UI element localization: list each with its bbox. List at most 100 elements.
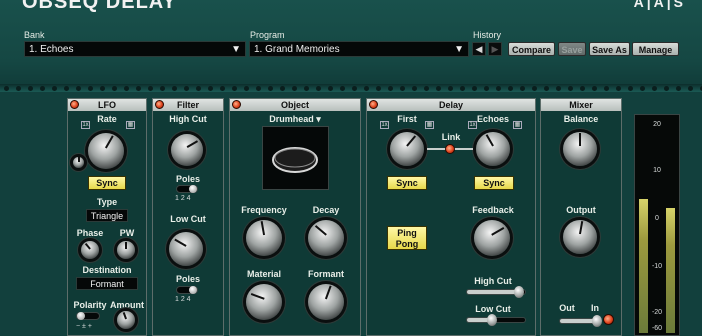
object-title: Object <box>230 99 360 111</box>
rate-mode-icon-2[interactable]: ▦ <box>126 121 135 129</box>
meter-source-button[interactable] <box>603 314 614 325</box>
save-as-button[interactable]: Save As <box>589 42 630 56</box>
poles-switch[interactable] <box>176 185 198 193</box>
rate-knob[interactable] <box>88 133 124 169</box>
rivet <box>532 86 537 91</box>
echoes-mode-icon[interactable]: 1x <box>468 121 477 129</box>
rivet <box>52 86 57 91</box>
first-sync-button[interactable]: Sync <box>387 176 427 190</box>
meter-bar-right <box>666 208 675 333</box>
echoes-sync-button[interactable]: Sync <box>474 176 514 190</box>
rivet <box>280 86 285 91</box>
object-power-button[interactable] <box>232 100 241 109</box>
filter-high-cut-knob[interactable] <box>171 134 203 166</box>
lfo-sync-button[interactable]: Sync <box>88 176 126 190</box>
rivet <box>40 86 45 91</box>
out-in-slider[interactable] <box>559 315 602 327</box>
ping-label: Ping <box>397 228 417 238</box>
rivet <box>136 86 141 91</box>
frequency-label: Frequency <box>241 205 287 215</box>
object-model-select[interactable]: Drumhead ▾ <box>230 114 360 125</box>
delay-power-button[interactable] <box>369 100 378 109</box>
filter-low-cut-knob[interactable] <box>169 232 203 266</box>
first-mode-icon[interactable]: 1x <box>380 121 389 129</box>
balance-knob[interactable] <box>563 132 597 166</box>
rivet <box>484 86 489 91</box>
rivet <box>652 86 657 91</box>
phase-knob[interactable] <box>81 241 99 259</box>
polarity-switch[interactable] <box>76 312 100 320</box>
lfo-extra-knob[interactable] <box>73 157 84 168</box>
history-forward-button[interactable]: ▶ <box>488 42 502 56</box>
low-cut-label: Low Cut <box>170 214 206 224</box>
amount-knob[interactable] <box>117 311 135 329</box>
history-back-button[interactable]: ◀ <box>472 42 486 56</box>
rivet <box>556 86 561 91</box>
app-title: OBSEQ DELAY <box>22 0 177 13</box>
rivet <box>220 86 225 91</box>
poles-label: Poles <box>175 174 200 184</box>
echoes-grid-icon[interactable]: ▦ <box>513 121 522 129</box>
object-display <box>262 126 329 190</box>
meter-tick-label: -10 <box>651 263 663 270</box>
rivet <box>520 86 525 91</box>
meter-tick-label: -20 <box>651 309 663 316</box>
bank-value: 1. Echoes <box>29 44 74 55</box>
program-select[interactable]: 1. Grand Memories ▼ <box>249 41 469 57</box>
feedback-knob[interactable] <box>474 220 510 256</box>
echoes-knob[interactable] <box>476 132 510 166</box>
delay-high-cut-slider[interactable] <box>466 286 526 298</box>
frequency-knob[interactable] <box>246 220 282 256</box>
manage-button[interactable]: Manage <box>632 42 679 56</box>
first-grid-icon[interactable]: ▦ <box>425 121 434 129</box>
rivet <box>352 86 357 91</box>
chevron-down-icon: ▼ <box>231 44 241 55</box>
history-label: History <box>473 30 502 40</box>
level-meter: 20 10 0 -10 -20 -60 <box>634 114 680 336</box>
filter-panel: Filter High Cut Poles 1 2 4 Low Cut Pole… <box>152 98 224 336</box>
rivet <box>448 86 453 91</box>
poles-switch-2[interactable] <box>176 286 198 294</box>
polarity-marks: − ± + <box>76 323 92 330</box>
first-knob[interactable] <box>390 132 424 166</box>
rivet <box>148 86 153 91</box>
compare-button[interactable]: Compare <box>508 42 555 56</box>
rivet <box>412 86 417 91</box>
delay-panel: Delay First Echoes 1x ▦ 1x ▦ Link Sync S… <box>366 98 536 336</box>
save-button[interactable]: Save <box>558 42 586 56</box>
rate-mode-icon[interactable]: 1x <box>81 121 90 129</box>
object-model-value: Drumhead <box>269 114 314 124</box>
rivet <box>112 86 117 91</box>
rivet <box>244 86 249 91</box>
formant-label: Formant <box>308 269 344 279</box>
rivet <box>124 86 129 91</box>
bank-select[interactable]: 1. Echoes ▼ <box>24 41 246 57</box>
feedback-label: Feedback <box>472 205 514 215</box>
destination-label: Destination <box>82 265 132 275</box>
formant-knob[interactable] <box>308 284 344 320</box>
rivet <box>196 86 201 91</box>
ping-pong-button[interactable]: Ping Pong <box>387 226 427 250</box>
link-button[interactable] <box>445 144 455 154</box>
rivet <box>616 86 621 91</box>
material-knob[interactable] <box>246 284 282 320</box>
rivet <box>640 86 645 91</box>
delay-high-cut-label: High Cut <box>474 276 512 286</box>
mixer-title: Mixer <box>541 99 621 111</box>
poles-values-2: 1 2 4 <box>175 296 191 303</box>
output-knob[interactable] <box>563 220 597 254</box>
decay-knob[interactable] <box>308 220 344 256</box>
rivet <box>4 86 9 91</box>
lfo-type-select[interactable]: Triangle <box>86 209 128 222</box>
destination-select[interactable]: Formant <box>76 277 138 290</box>
pw-knob[interactable] <box>117 241 135 259</box>
delay-low-cut-label: Low Cut <box>475 304 511 314</box>
rivet <box>676 86 681 91</box>
rivet <box>508 86 513 91</box>
rivet <box>364 86 369 91</box>
object-panel: Object Drumhead ▾ Frequency Decay Materi… <box>229 98 361 336</box>
filter-power-button[interactable] <box>155 100 164 109</box>
lfo-power-button[interactable] <box>70 100 79 109</box>
delay-low-cut-slider[interactable] <box>466 314 526 326</box>
link-label: Link <box>441 132 461 142</box>
